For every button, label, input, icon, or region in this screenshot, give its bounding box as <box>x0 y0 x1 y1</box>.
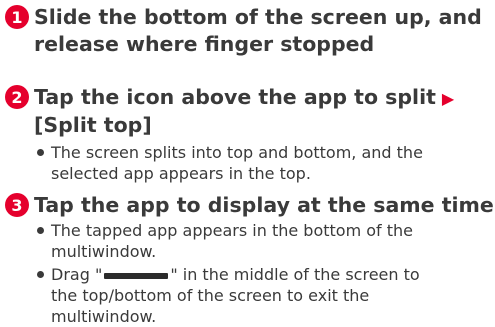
step-2-heading-line-2: [Split top] <box>34 113 152 137</box>
step-2-bullet-1: The screen splits into top and bottom, a… <box>37 142 423 184</box>
step-2-heading: Tap the icon above the app to split ▶ [Sp… <box>34 84 454 139</box>
step-3-heading: Tap the app to display at the same time <box>34 192 494 219</box>
bullet-text-prefix: Drag " <box>51 265 103 284</box>
step-2-number-badge: 2 <box>5 85 29 109</box>
step-3: 3 Tap the app to display at the same tim… <box>5 192 494 219</box>
bullet-text: Drag " " in the middle of the screen to t… <box>51 264 420 327</box>
bullet-line: The tapped app appears in the bottom of … <box>51 221 414 240</box>
bullet-line: Drag " " in the middle of the screen to <box>51 264 420 285</box>
step-2-heading-line-1: Tap the icon above the app to split ▶ <box>34 84 454 112</box>
step-1-heading-line-1: Slide the bottom of the screen up, and <box>34 5 482 29</box>
step-1-heading: Slide the bottom of the screen up, and r… <box>34 4 482 58</box>
arrow-right-icon: ▶ <box>441 89 455 108</box>
bullet-line: the top/bottom of the screen to exit the <box>51 286 370 305</box>
bullet-line: multiwindow. <box>51 307 157 326</box>
step-2-heading-text: Tap the icon above the app to split <box>34 85 436 109</box>
bullet-line: multiwindow. <box>51 242 157 261</box>
bullet-dot-icon <box>37 149 44 156</box>
bullet-text: The screen splits into top and bottom, a… <box>51 142 423 184</box>
step-1: 1 Slide the bottom of the screen up, and… <box>5 4 482 58</box>
bullet-text-suffix: " in the middle of the screen to <box>170 265 420 284</box>
step-2: 2 Tap the icon above the app to split ▶ [… <box>5 84 454 139</box>
step-3-bullet-2: Drag " " in the middle of the screen to t… <box>37 264 420 327</box>
bullet-dot-icon <box>37 271 44 278</box>
bullet-text: The tapped app appears in the bottom of … <box>51 220 413 262</box>
bullet-line: The screen splits into top and bottom, a… <box>51 143 423 162</box>
step-1-heading-line-2: release where finger stopped <box>34 32 375 56</box>
step-1-number-badge: 1 <box>5 5 29 29</box>
bullet-dot-icon <box>37 227 44 234</box>
step-3-heading-line-1: Tap the app to display at the same time <box>34 193 494 217</box>
divider-handle-icon <box>104 272 169 279</box>
step-3-number-badge: 3 <box>5 193 29 217</box>
bullet-line: selected app appears in the top. <box>51 164 311 183</box>
step-3-bullet-1: The tapped app appears in the bottom of … <box>37 220 413 262</box>
